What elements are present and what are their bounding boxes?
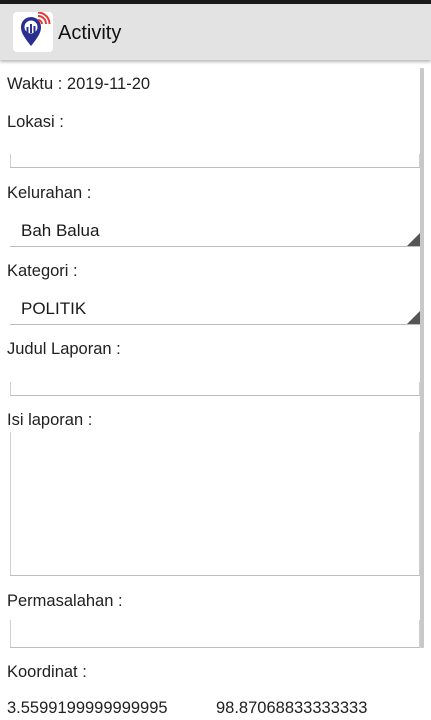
- dropdown-arrow-icon: [407, 233, 420, 246]
- judul-laporan-label: Judul Laporan :: [7, 340, 121, 358]
- app-title: Activity: [58, 22, 122, 44]
- lokasi-input[interactable]: [10, 154, 420, 168]
- waktu-text: Waktu : 2019-11-20: [7, 75, 151, 93]
- kelurahan-dropdown[interactable]: Bah Balua: [10, 217, 420, 247]
- isi-laporan-textarea[interactable]: [10, 432, 420, 576]
- kategori-selected-value: POLITIK: [21, 299, 87, 318]
- latitude-value: 3.5599199999999995: [7, 699, 168, 717]
- koordinat-label: Koordinat :: [7, 663, 87, 681]
- judul-laporan-input[interactable]: [10, 382, 420, 396]
- longitude-value: 98.87068833333333: [216, 699, 368, 717]
- kelurahan-selected-value: Bah Balua: [21, 221, 100, 240]
- kelurahan-label: Kelurahan :: [7, 184, 92, 202]
- isi-laporan-label: Isi laporan :: [7, 411, 93, 429]
- location-pin-signal-icon: [13, 12, 53, 52]
- dropdown-arrow-icon: [407, 311, 420, 324]
- kategori-label: Kategori :: [7, 262, 78, 280]
- vertical-scrollbar[interactable]: [420, 68, 424, 648]
- permasalahan-label: Permasalahan :: [7, 592, 123, 610]
- kategori-dropdown[interactable]: POLITIK: [10, 295, 420, 325]
- lokasi-label: Lokasi :: [7, 113, 64, 131]
- activity-form: Waktu : 2019-11-20 Lokasi : Kelurahan : …: [0, 60, 431, 720]
- permasalahan-input[interactable]: [10, 620, 420, 648]
- app-bar: Activity: [0, 4, 431, 60]
